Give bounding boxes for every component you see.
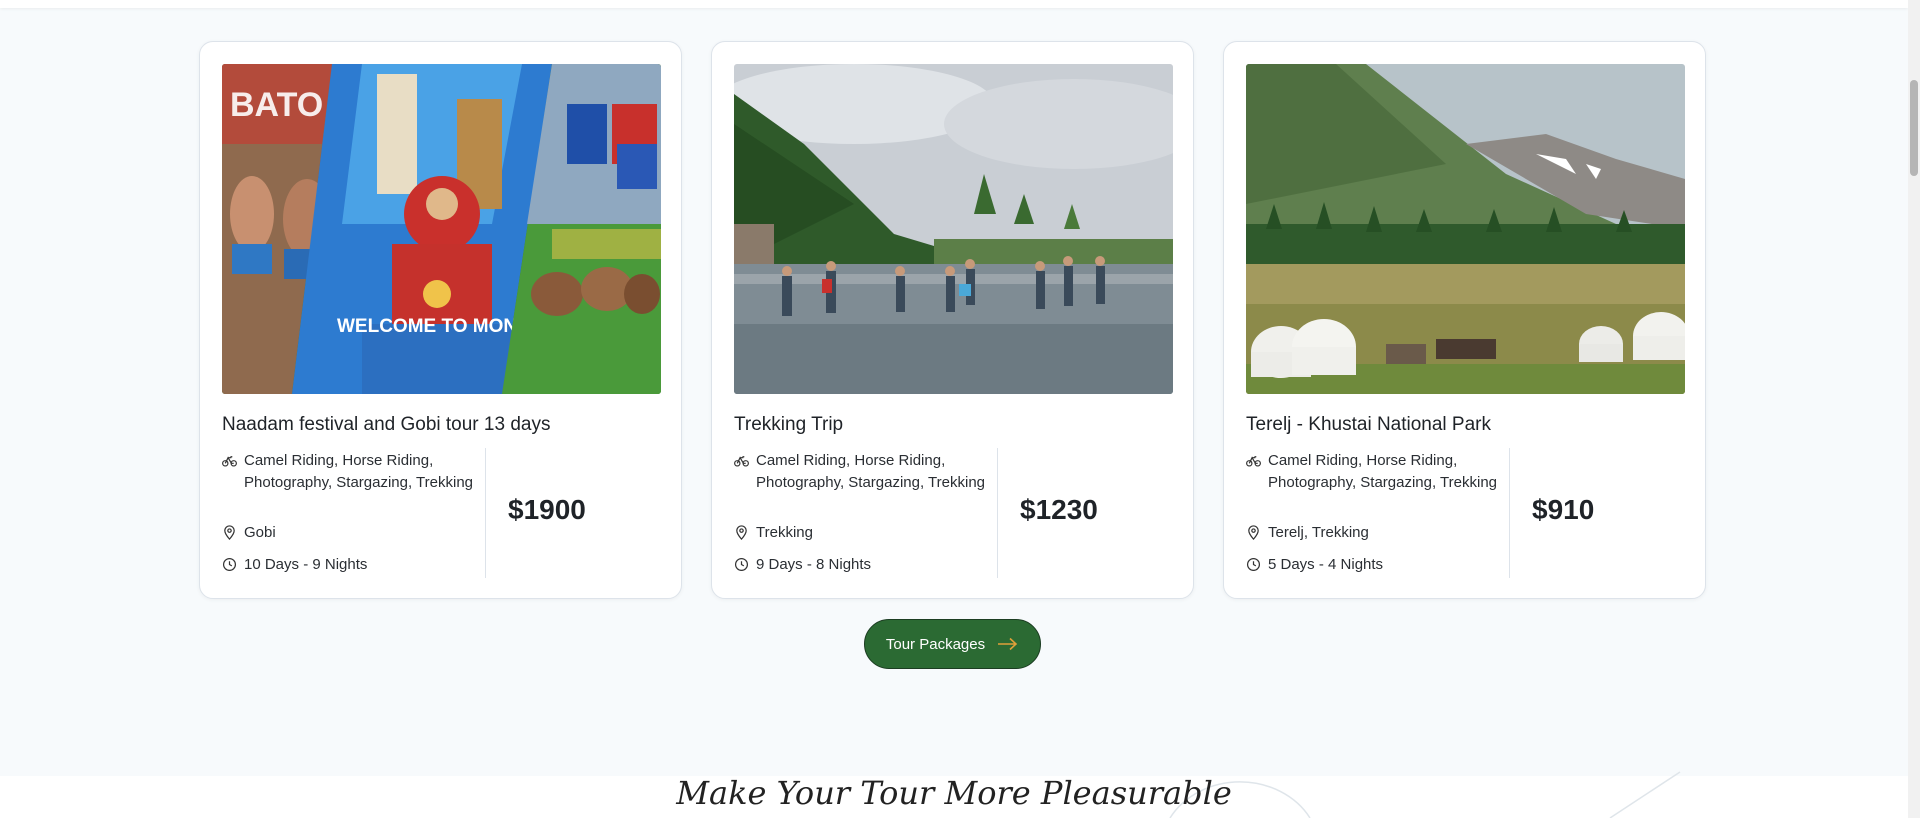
bicycle-icon xyxy=(222,456,237,467)
tour-activities: Camel Riding, Horse Riding, Photography,… xyxy=(222,450,482,516)
tour-title[interactable]: Trekking Trip xyxy=(734,414,1174,436)
tour-cards: BATO WELCOME TO MONGOLIA Naadam festival… xyxy=(199,41,1707,601)
duration-text: 5 Days - 4 Nights xyxy=(1268,555,1384,573)
location-text: Trekking xyxy=(756,524,813,541)
tour-location: Gobi xyxy=(222,522,482,544)
clock-icon xyxy=(734,557,749,571)
bicycle-icon xyxy=(1246,456,1261,467)
divider xyxy=(485,448,486,578)
map-pin-icon xyxy=(1248,525,1259,540)
bicycle-icon xyxy=(734,456,749,467)
tour-duration: 10 Days - 9 Nights xyxy=(222,554,482,576)
location-text: Gobi xyxy=(244,524,276,541)
top-navbar-edge xyxy=(0,0,1908,8)
arrow-right-icon xyxy=(998,637,1018,651)
tour-photo-trekking[interactable] xyxy=(734,64,1173,394)
duration-text: 10 Days - 9 Nights xyxy=(244,555,368,573)
tour-details: Camel Riding, Horse Riding, Photography,… xyxy=(1246,450,1506,575)
clock-icon xyxy=(222,557,237,571)
map-pin-icon xyxy=(224,525,235,540)
tour-title[interactable]: Naadam festival and Gobi tour 13 days xyxy=(222,414,662,436)
divider xyxy=(1509,448,1510,578)
tour-card[interactable]: Trekking Trip Camel Riding, Horse Riding… xyxy=(711,41,1194,599)
scrollbar-thumb[interactable] xyxy=(1910,80,1918,176)
svg-text:BATO: BATO xyxy=(230,86,323,124)
map-pin-icon xyxy=(736,525,747,540)
tour-activities: Camel Riding, Horse Riding, Photography,… xyxy=(734,450,994,516)
tour-price: $1900 xyxy=(508,494,586,525)
tour-photo-naadam[interactable]: BATO WELCOME TO MONGOLIA xyxy=(222,64,661,394)
tour-card[interactable]: BATO WELCOME TO MONGOLIA Naadam festival… xyxy=(199,41,682,599)
activities-text: Camel Riding, Horse Riding, Photography,… xyxy=(756,452,986,491)
tour-duration: 9 Days - 8 Nights xyxy=(734,554,994,576)
activities-text: Camel Riding, Horse Riding, Photography,… xyxy=(1268,452,1498,491)
tour-duration: 5 Days - 4 Nights xyxy=(1246,554,1506,576)
tour-price: $1230 xyxy=(1020,494,1098,525)
section-title: Make Your Tour More Pleasurable xyxy=(676,774,1232,812)
tour-details: Camel Riding, Horse Riding, Photography,… xyxy=(222,450,482,575)
tour-title[interactable]: Terelj - Khustai National Park xyxy=(1246,414,1686,436)
tour-packages-label: Tour Packages xyxy=(885,635,986,653)
scrollbar[interactable] xyxy=(1908,0,1920,818)
location-text: Terelj, Trekking xyxy=(1268,524,1369,541)
tour-photo-terelj[interactable] xyxy=(1246,64,1685,394)
tour-location: Trekking xyxy=(734,522,994,544)
divider xyxy=(997,448,998,578)
tour-activities: Camel Riding, Horse Riding, Photography,… xyxy=(1246,450,1506,516)
tour-packages-button[interactable]: Tour Packages xyxy=(864,619,1041,669)
tour-details: Camel Riding, Horse Riding, Photography,… xyxy=(734,450,994,575)
tour-card[interactable]: Terelj - Khustai National Park Camel Rid… xyxy=(1223,41,1706,599)
tour-location: Terelj, Trekking xyxy=(1246,522,1506,544)
duration-text: 9 Days - 8 Nights xyxy=(756,555,872,573)
clock-icon xyxy=(1246,557,1261,571)
tour-price: $910 xyxy=(1532,494,1595,525)
activities-text: Camel Riding, Horse Riding, Photography,… xyxy=(244,452,474,491)
